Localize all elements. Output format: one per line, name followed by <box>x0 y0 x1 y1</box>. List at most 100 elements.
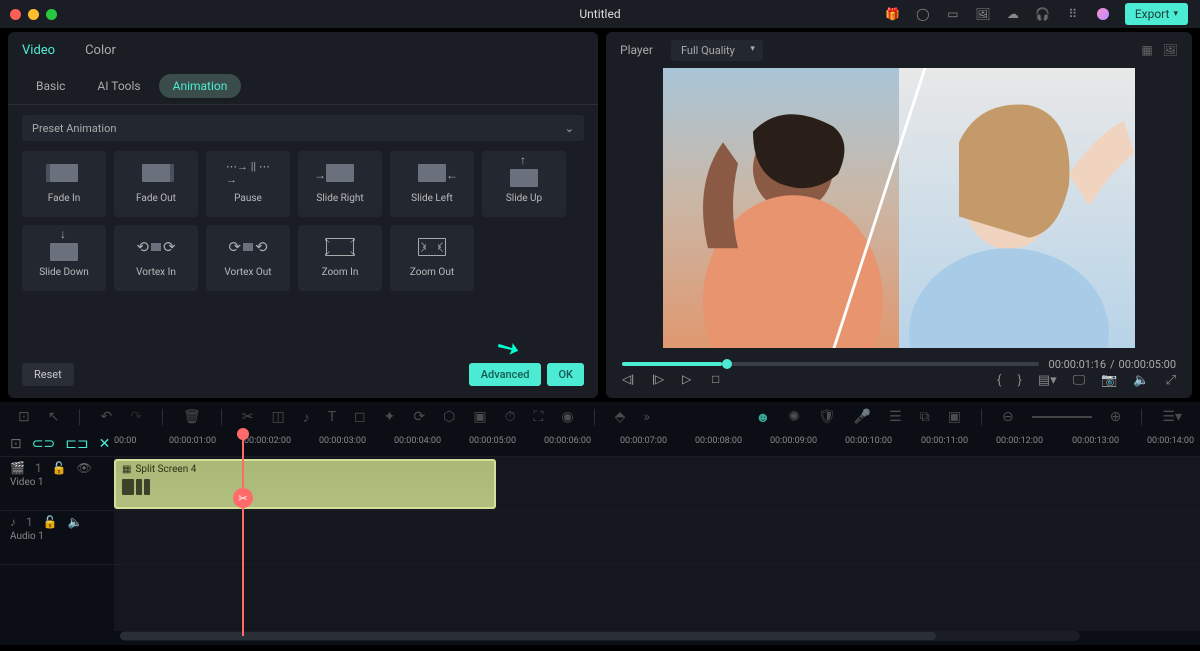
grid-view-icon[interactable]: ▦ <box>1141 43 1152 57</box>
fullscreen-icon[interactable]: ⤢ <box>1166 373 1176 388</box>
select-tool-icon[interactable]: ⊡ <box>18 409 30 425</box>
anim-slide-down[interactable]: ↓ Slide Down <box>22 225 106 291</box>
music-icon[interactable]: ♪ <box>303 409 310 426</box>
picture-icon[interactable]: 🖼 <box>1163 43 1178 57</box>
timeline: ⊡ ⊂⊃ ⊏⊐ ✕ ✂ 00:0000:00:01:0000:00:02:000… <box>0 432 1200 645</box>
anim-slide-left[interactable]: ← Slide Left <box>390 151 474 217</box>
brace-right[interactable]: } <box>1017 373 1021 388</box>
notification-icon[interactable] <box>1095 6 1111 22</box>
effects-icon[interactable]: ✦ <box>384 409 396 425</box>
adjust-icon[interactable]: ⬘ <box>615 409 626 425</box>
marker4-icon[interactable]: ✕ <box>99 436 111 452</box>
snapshot-icon[interactable]: 📷 <box>1101 373 1117 388</box>
anim-fade-in[interactable]: Fade In <box>22 151 106 217</box>
layout-icon[interactable]: ▤▾ <box>1038 373 1057 388</box>
cloud-icon[interactable]: ☁ <box>1005 6 1021 22</box>
video-track-icon[interactable]: 🎬 <box>10 461 25 475</box>
brace-left[interactable]: { <box>997 373 1001 388</box>
maximize-window[interactable] <box>46 9 57 20</box>
mute-icon[interactable]: 🔈 <box>68 515 83 529</box>
ruler-mark: 00:00:11:00 <box>921 436 968 446</box>
reset-button[interactable]: Reset <box>22 363 74 386</box>
playhead[interactable]: ✂ <box>242 432 244 636</box>
cut-icon[interactable]: ✂ <box>242 409 254 425</box>
video-preview[interactable] <box>663 68 1135 348</box>
undo-icon[interactable]: ↶ <box>100 409 112 425</box>
lock-icon[interactable]: 🔓 <box>43 515 58 529</box>
scissors-icon[interactable]: ✂ <box>233 488 253 508</box>
timeline-hscroll[interactable] <box>120 631 1080 641</box>
delete-icon[interactable]: 🗑 <box>183 409 201 425</box>
track-options-icon[interactable]: ☰▾ <box>1162 409 1182 425</box>
subtab-basic[interactable]: Basic <box>22 74 79 98</box>
subtab-aitools[interactable]: AI Tools <box>83 74 154 98</box>
anim-pause[interactable]: ⋯→ || ⋯→ Pause <box>206 151 290 217</box>
stop-icon[interactable]: □ <box>712 372 728 388</box>
apps-icon[interactable]: ⠿ <box>1065 6 1081 22</box>
step-fwd-icon[interactable]: |▷ <box>652 372 668 388</box>
text-icon[interactable]: T <box>328 409 336 425</box>
ruler-mark: 00:00:12:00 <box>996 436 1043 446</box>
zoom-in-icon[interactable]: ⊕ <box>1110 409 1122 425</box>
titlebar: Untitled 🎁 ◯ ▭ 🖼 ☁ 🎧 ⠿ Export <box>0 0 1200 28</box>
ai-face-icon[interactable]: ☻ <box>755 409 770 426</box>
anim-fade-out[interactable]: Fade Out <box>114 151 198 217</box>
close-window[interactable] <box>10 9 21 20</box>
preview-scrubber[interactable] <box>622 362 1039 366</box>
preset-animation-dropdown[interactable]: Preset Animation ⌄ <box>22 115 584 141</box>
mic-icon[interactable]: 🎤 <box>854 409 871 425</box>
shield-icon[interactable]: 🛡 <box>818 409 836 425</box>
marker1-icon[interactable]: ⊡ <box>10 436 22 452</box>
anim-slide-right[interactable]: → Slide Right <box>298 151 382 217</box>
play-icon[interactable]: ▷ <box>682 372 698 388</box>
volume-icon[interactable]: 🔈 <box>1133 373 1149 388</box>
ok-button[interactable]: OK <box>547 363 584 386</box>
tab-video[interactable]: Video <box>22 43 55 58</box>
list-icon[interactable]: ☰ <box>889 409 902 425</box>
screen-icon[interactable]: ▭ <box>945 6 961 22</box>
anim-vortex-in[interactable]: ⟲⟳ Vortex In <box>114 225 198 291</box>
more-icon[interactable]: » <box>643 409 650 425</box>
image-icon[interactable]: 🖼 <box>975 6 991 22</box>
dot-icon[interactable]: ◉ <box>561 409 573 425</box>
preset-label: Preset Animation <box>32 122 116 135</box>
minimize-window[interactable] <box>28 9 39 20</box>
export-button[interactable]: Export <box>1125 3 1188 25</box>
tab-color[interactable]: Color <box>85 43 116 58</box>
pip-icon[interactable]: ▣ <box>948 409 961 425</box>
lock-icon[interactable]: 🔓 <box>52 461 67 475</box>
player-label: Player <box>620 43 653 57</box>
timer-icon[interactable]: ⏱ <box>505 409 516 425</box>
anim-zoom-out[interactable]: ↘↙↗↖ Zoom Out <box>390 225 474 291</box>
transition-icon[interactable]: ⬡ <box>443 409 455 425</box>
audio-track-icon[interactable]: ♪ <box>10 515 16 529</box>
anim-vortex-out[interactable]: ⟳⟲ Vortex Out <box>206 225 290 291</box>
shape-icon[interactable]: ◻ <box>354 409 366 425</box>
record-icon[interactable]: ◯ <box>915 6 931 22</box>
anim-zoom-in[interactable]: ↖↗↙↘ Zoom In <box>298 225 382 291</box>
visibility-icon[interactable]: 👁 <box>77 461 92 475</box>
anim-slide-up[interactable]: ↑ Slide Up <box>482 151 566 217</box>
marker2-icon[interactable]: ⊂⊃ <box>32 436 55 452</box>
mask-icon[interactable]: ▣ <box>473 409 486 425</box>
sparkle-icon[interactable]: ✺ <box>788 409 800 425</box>
pointer-tool-icon[interactable]: ↖ <box>48 409 60 425</box>
screen2-icon[interactable]: ⧉ <box>920 409 930 425</box>
gift-icon[interactable]: 🎁 <box>885 6 901 22</box>
crop-icon[interactable]: ◫ <box>271 409 284 425</box>
scan-icon[interactable]: ⛶ <box>534 409 544 425</box>
marker3-icon[interactable]: ⊏⊐ <box>65 436 88 452</box>
monitor-icon[interactable]: 🖵 <box>1073 373 1086 388</box>
quality-selector[interactable]: Full Quality <box>671 40 763 61</box>
timeline-clip[interactable]: ▦Split Screen 4 <box>114 459 496 509</box>
ruler-mark: 00:00:06:00 <box>544 436 591 446</box>
zoom-out-icon[interactable]: ⊖ <box>1002 409 1014 425</box>
redo-icon[interactable]: ↷ <box>130 409 142 425</box>
zoom-slider[interactable] <box>1032 416 1092 418</box>
ruler-mark: 00:00:09:00 <box>770 436 817 446</box>
headphones-icon[interactable]: 🎧 <box>1035 6 1051 22</box>
time-ruler[interactable]: ✂ 00:0000:00:01:0000:00:02:0000:00:03:00… <box>114 432 1200 456</box>
step-back-icon[interactable]: ◁| <box>622 372 638 388</box>
subtab-animation[interactable]: Animation <box>159 74 242 98</box>
speed-icon[interactable]: ⟳ <box>413 409 425 425</box>
